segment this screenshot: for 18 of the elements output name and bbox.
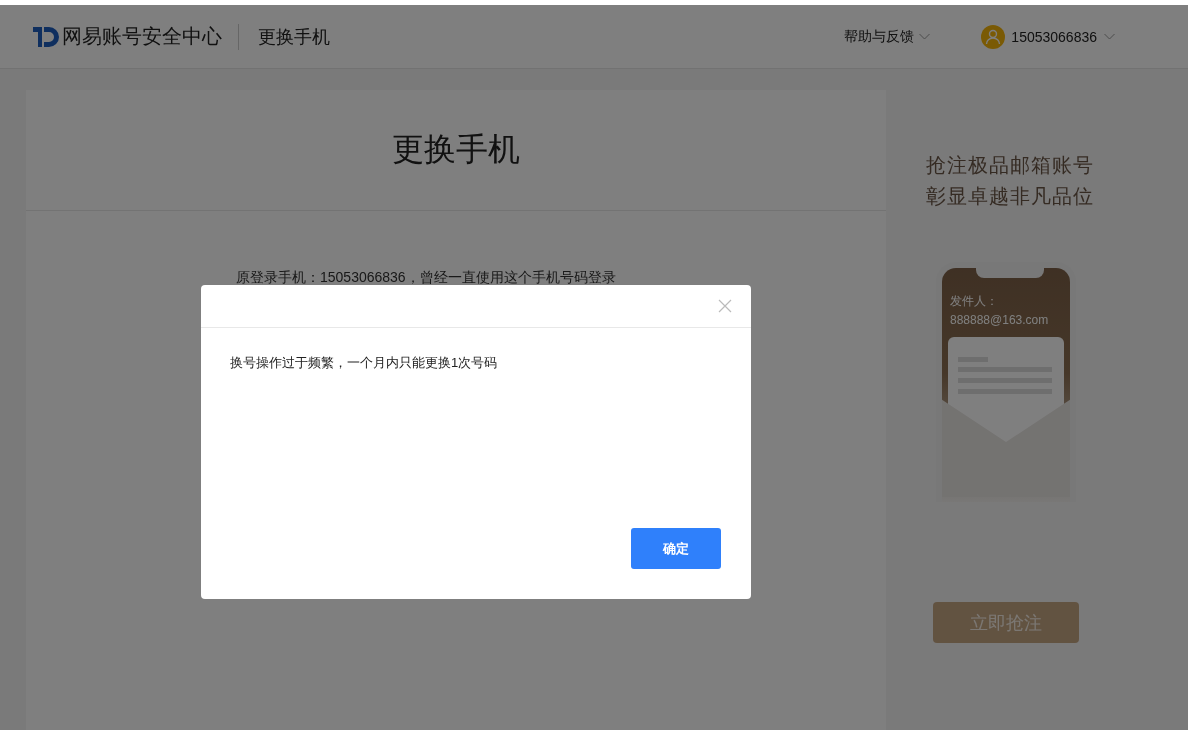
user-menu[interactable]: 15053066836: [981, 24, 1116, 49]
site-name: 网易账号安全中心: [62, 24, 222, 49]
original-phone-text: 原登录手机：15053066836，曾经一直使用这个手机号码登录: [236, 269, 617, 287]
help-menu[interactable]: 帮助与反馈: [844, 27, 932, 46]
ad-headline: 彰显卓越非凡品位: [926, 183, 1095, 210]
phone-notch: [976, 268, 1044, 278]
chevron-down-icon: [918, 32, 932, 41]
sender-label: 发件人：: [949, 293, 999, 310]
page-title: 更换手机: [392, 130, 520, 169]
sender-email: 888888@163.com: [949, 312, 1050, 329]
chevron-down-icon: [1103, 32, 1116, 41]
close-button[interactable]: [717, 298, 733, 314]
logo-icon: [30, 24, 60, 49]
page-name: 更换手机: [258, 25, 330, 49]
dialog-message: 换号操作过于频繁，一个月内只能更换1次号码: [230, 354, 499, 372]
confirm-button[interactable]: 确定: [631, 528, 721, 569]
avatar-icon: [981, 24, 1006, 49]
ad-headline: 抢注极品邮箱账号: [926, 152, 1095, 179]
